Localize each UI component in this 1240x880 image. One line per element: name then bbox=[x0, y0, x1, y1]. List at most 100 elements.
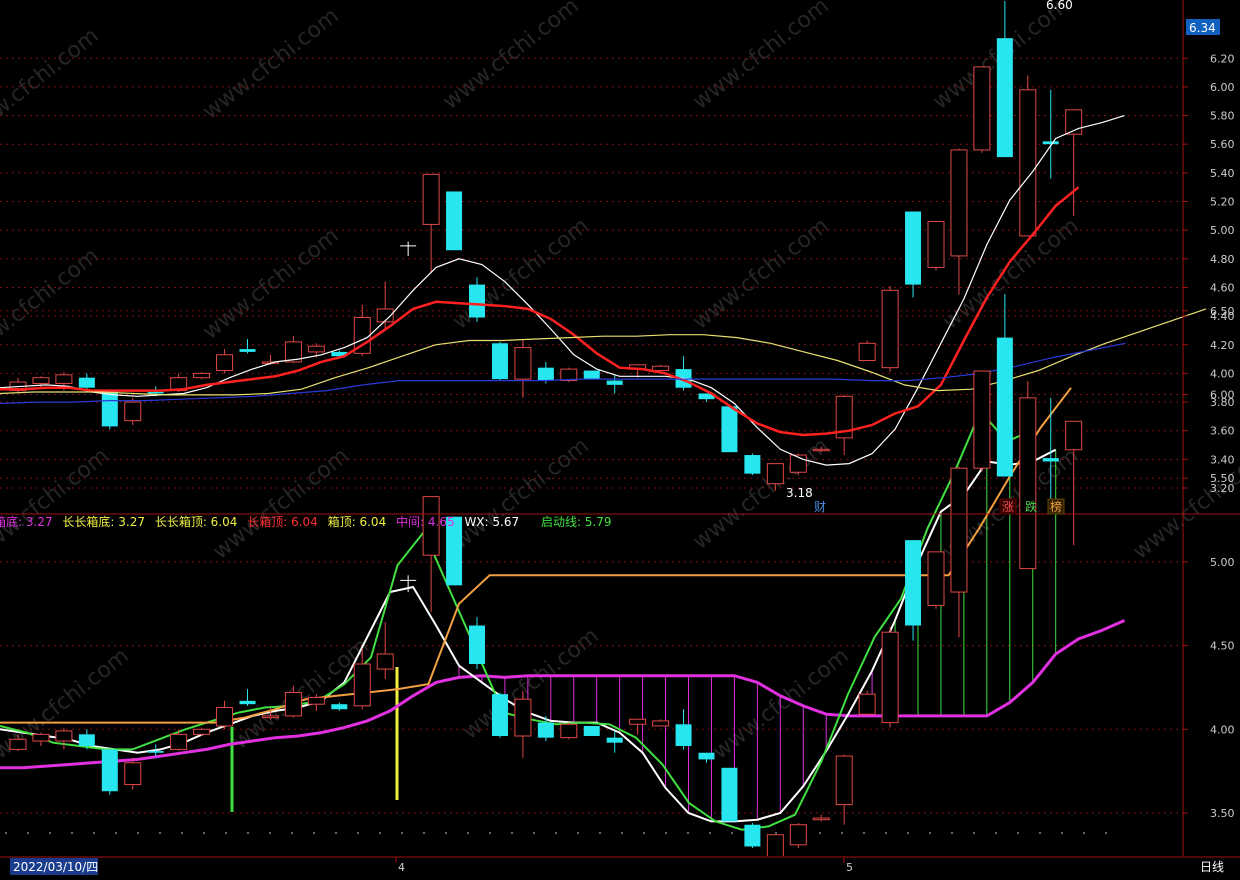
min-price-label: 3.18 bbox=[786, 486, 813, 500]
baseline-dot bbox=[467, 832, 469, 834]
sub-candle-body bbox=[147, 751, 164, 753]
main-candle-body bbox=[1042, 141, 1059, 145]
stock-chart[interactable]: www.cfchi.com www.cfchi.com www.cfchi.comw… bbox=[0, 0, 1240, 880]
main-candle-body bbox=[583, 370, 600, 380]
baseline-dot bbox=[1039, 832, 1041, 834]
sub-candle-body bbox=[927, 551, 945, 606]
sub-candle-body bbox=[973, 370, 991, 469]
sub-candle-body bbox=[55, 730, 73, 742]
baseline-dot bbox=[907, 832, 909, 834]
baseline-dot bbox=[357, 832, 359, 834]
baseline-dot bbox=[489, 832, 491, 834]
legend-xiangding: 箱顶: 6.04 bbox=[328, 514, 387, 529]
legend-changchang-xiangding: 长长箱顶: 6.04 bbox=[155, 514, 238, 529]
main-candle-body bbox=[744, 455, 761, 474]
tag-bang[interactable]: 榜 bbox=[1050, 499, 1062, 514]
sub-candle-body bbox=[905, 540, 922, 626]
main-tick-label: 5.20 bbox=[1210, 196, 1235, 209]
sub-candle-body bbox=[606, 737, 623, 743]
baseline-dot bbox=[225, 832, 227, 834]
baseline-dot bbox=[137, 832, 139, 834]
month-label-5: 5 bbox=[846, 861, 853, 874]
baseline-dot bbox=[973, 832, 975, 834]
baseline-dot bbox=[335, 832, 337, 834]
sub-candle-body bbox=[514, 698, 532, 737]
sub-candle-body bbox=[353, 663, 371, 707]
main-candle-body bbox=[422, 173, 440, 225]
baseline-dot bbox=[863, 832, 865, 834]
main-tick-label: 3.40 bbox=[1210, 453, 1235, 466]
tag-zhang[interactable]: 涨 bbox=[1002, 499, 1014, 514]
legend-zhongjian: 中间: 4.65 bbox=[396, 514, 455, 529]
main-candle-body bbox=[55, 374, 73, 384]
sub-candle-body bbox=[491, 694, 508, 736]
baseline-dot bbox=[181, 832, 183, 834]
sub-candle-body bbox=[996, 337, 1013, 477]
baseline-dot bbox=[841, 832, 843, 834]
baseline-dot bbox=[1083, 832, 1085, 834]
baseline-dot bbox=[247, 832, 249, 834]
period-label[interactable]: 日线 bbox=[1200, 860, 1224, 874]
main-candle-body bbox=[766, 463, 784, 485]
sub-tick-label: 4.50 bbox=[1210, 640, 1235, 653]
date-label[interactable]: 2022/03/10/四 bbox=[13, 860, 98, 874]
baseline-dot bbox=[885, 832, 887, 834]
main-candle-body bbox=[973, 66, 991, 151]
sub-candle-body bbox=[239, 700, 256, 705]
sub-candle-body bbox=[170, 733, 188, 750]
sub-candle-body bbox=[101, 749, 118, 792]
sub-candle-body bbox=[789, 824, 807, 846]
baseline-dot bbox=[203, 832, 205, 834]
main-tick-label: 4.20 bbox=[1210, 339, 1235, 352]
main-tick-label: 5.80 bbox=[1210, 110, 1235, 123]
main-tick-label: 6.20 bbox=[1210, 52, 1235, 65]
baseline-dot bbox=[555, 832, 557, 834]
baseline-dot bbox=[929, 832, 931, 834]
main-candle-body bbox=[927, 221, 945, 268]
baseline-dot bbox=[401, 832, 403, 834]
sub-candle-body bbox=[1065, 420, 1083, 451]
main-candle-body bbox=[239, 349, 256, 352]
legend-changchang-xiangdi: 长长箱底: 3.27 bbox=[62, 514, 145, 529]
baseline-dot bbox=[379, 832, 381, 834]
main-candle-body bbox=[514, 347, 532, 380]
baseline-dot bbox=[159, 832, 161, 834]
main-candle-body bbox=[491, 343, 508, 380]
main-candle-body bbox=[812, 448, 830, 452]
tag-die[interactable]: 跌 bbox=[1025, 499, 1037, 514]
main-candle-body bbox=[996, 38, 1013, 158]
main-candle-body bbox=[905, 211, 922, 285]
main-candle-body bbox=[537, 367, 554, 381]
baseline-dot bbox=[511, 832, 513, 834]
sub-candle-body bbox=[307, 696, 325, 705]
main-candle-body bbox=[216, 354, 234, 372]
sub-candle-body bbox=[32, 733, 50, 742]
main-tick-label: 4.80 bbox=[1210, 253, 1235, 266]
main-tick-label: 5.40 bbox=[1210, 167, 1235, 180]
baseline-dot bbox=[577, 832, 579, 834]
main-candle-body bbox=[78, 377, 95, 388]
baseline-dot bbox=[291, 832, 293, 834]
baseline-dot bbox=[49, 832, 51, 834]
baseline-dot bbox=[445, 832, 447, 834]
legend-qidongxian: 启动线: 5.79 bbox=[541, 515, 612, 529]
sub-candle-body bbox=[675, 724, 692, 747]
main-tick-label: 4.60 bbox=[1210, 281, 1235, 294]
main-tick-label: 3.60 bbox=[1210, 425, 1235, 438]
sub-candle-body bbox=[583, 725, 600, 736]
legend-wx: WX: 5.67 bbox=[464, 515, 519, 529]
baseline-dot bbox=[599, 832, 601, 834]
sub-candle-body bbox=[1042, 458, 1059, 462]
sub-candle-body bbox=[950, 467, 968, 593]
baseline-dot bbox=[93, 832, 95, 834]
main-tick-label: 5.00 bbox=[1210, 224, 1235, 237]
baseline-dot bbox=[115, 832, 117, 834]
baseline-dot bbox=[1105, 832, 1107, 834]
sub-candle-body bbox=[216, 707, 234, 727]
baseline-dot bbox=[819, 832, 821, 834]
main-candle-body bbox=[469, 284, 485, 318]
sub-candle-body bbox=[376, 653, 394, 670]
tag-cai[interactable]: 财 bbox=[814, 500, 826, 514]
main-candle-body bbox=[606, 380, 623, 385]
sub-candle-body bbox=[858, 693, 876, 715]
